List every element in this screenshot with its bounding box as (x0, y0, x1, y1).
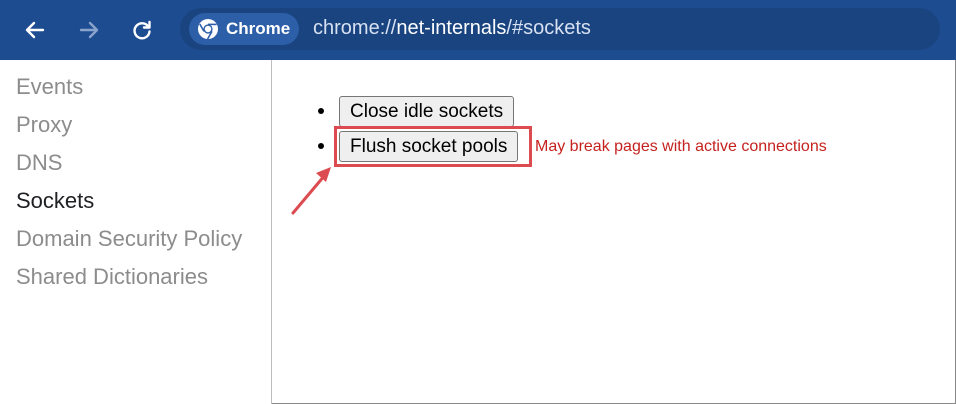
browser-toolbar: Chrome chrome://net-internals/#sockets (0, 0, 956, 60)
url-scheme: chrome:// (313, 17, 397, 39)
list-bullet (318, 143, 324, 149)
close-idle-sockets-button[interactable]: Close idle sockets (339, 96, 515, 127)
sidebar-item-shared-dictionaries[interactable]: Shared Dictionaries (16, 264, 208, 290)
flush-socket-pools-button[interactable]: Flush socket pools (339, 131, 519, 162)
url-host: net-internals (396, 17, 507, 39)
sidebar-item-sockets[interactable]: Sockets (16, 188, 94, 214)
url-path: /#sockets (506, 17, 591, 39)
url-text[interactable]: chrome://net-internals/#sockets (313, 17, 591, 40)
flush-warning-text: May break pages with active connections (535, 138, 827, 155)
sidebar-item-proxy[interactable]: Proxy (16, 112, 72, 138)
sockets-panel: Close idle sockets Flush socket pools Ma… (273, 60, 955, 403)
sidebar: Events Proxy DNS Sockets Domain Security… (0, 60, 272, 404)
reload-button[interactable] (126, 14, 158, 46)
reload-icon (133, 20, 151, 40)
forward-button[interactable] (73, 14, 105, 46)
sidebar-item-dns[interactable]: DNS (16, 150, 62, 176)
annotation-arrow-icon (291, 167, 331, 215)
chrome-logo-icon (198, 19, 218, 40)
sidebar-item-domain-security-policy[interactable]: Domain Security Policy (16, 226, 242, 252)
list-bullet (318, 108, 324, 114)
sidebar-item-events[interactable]: Events (16, 74, 83, 100)
chrome-chip[interactable]: Chrome (189, 13, 299, 45)
chrome-chip-label: Chrome (226, 19, 291, 38)
arrow-left-icon (25, 21, 45, 39)
back-button[interactable] (19, 14, 51, 46)
arrow-right-icon (79, 21, 99, 39)
